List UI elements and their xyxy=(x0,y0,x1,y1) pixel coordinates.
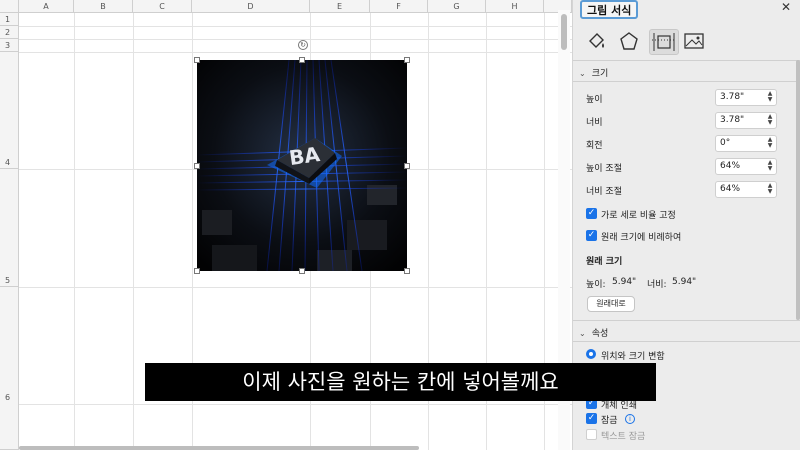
gridline xyxy=(74,13,75,450)
gridline xyxy=(19,404,572,405)
stepper-arrows-icon[interactable]: ▲ ▼ xyxy=(766,160,774,172)
relative-original-label: 원래 크기에 비례하여 xyxy=(601,233,682,243)
vertical-scrollbar-thumb[interactable] xyxy=(561,14,567,50)
locked-checkbox[interactable]: ✓ xyxy=(586,413,597,424)
lock-text-checkbox xyxy=(586,429,597,440)
close-icon[interactable]: ✕ xyxy=(781,0,795,14)
column-header-h[interactable]: H xyxy=(486,0,544,13)
rotate-handle[interactable]: ↻ xyxy=(298,40,308,50)
relative-original-checkbox[interactable]: ✓ xyxy=(586,230,597,241)
resize-handle-left[interactable] xyxy=(194,163,200,169)
row-header-5[interactable]: 5 xyxy=(0,169,19,287)
stepper-arrows-icon[interactable]: ▲ ▼ xyxy=(766,91,774,103)
column-header-g[interactable]: G xyxy=(428,0,486,13)
lock-aspect-checkbox[interactable]: ✓ xyxy=(586,208,597,219)
gridline xyxy=(19,39,572,40)
scale-height-value: 64% xyxy=(720,161,741,171)
original-height-value: 5.94" xyxy=(612,277,637,287)
resize-handle-bottom[interactable] xyxy=(299,268,305,274)
divider xyxy=(573,320,800,321)
chip-picture-art: BA xyxy=(197,60,407,271)
row-header-3[interactable]: 3 xyxy=(0,39,19,52)
rotation-input[interactable]: 0° ▲ ▼ xyxy=(715,135,777,152)
divider xyxy=(573,341,800,342)
lock-aspect-label: 가로 세로 비율 고정 xyxy=(601,211,676,221)
row-header-4-label: 4 xyxy=(5,158,11,167)
resize-handle-bottom-left[interactable] xyxy=(194,268,200,274)
gridline xyxy=(19,287,572,288)
column-header-d[interactable]: D xyxy=(192,0,310,13)
info-icon[interactable]: i xyxy=(625,414,635,424)
stepper-arrows-icon[interactable]: ▲ ▼ xyxy=(766,137,774,149)
rotation-label: 회전 xyxy=(586,141,603,151)
shape-icon[interactable] xyxy=(618,31,642,53)
original-height-label: 높이: xyxy=(586,280,606,290)
resize-handle-bottom-right[interactable] xyxy=(404,268,410,274)
original-size-heading: 원래 크기 xyxy=(586,257,623,267)
resize-handle-top[interactable] xyxy=(299,57,305,63)
size-section-title: 크기 xyxy=(591,69,609,79)
reset-size-button[interactable]: 원래대로 xyxy=(587,296,635,312)
original-width-value: 5.94" xyxy=(672,277,697,287)
column-header-b[interactable]: B xyxy=(74,0,133,13)
row-header-1[interactable]: 1 xyxy=(0,13,19,26)
inserted-picture[interactable]: BA xyxy=(197,60,407,271)
column-header-c[interactable]: C xyxy=(133,0,192,13)
height-label: 높이 xyxy=(586,95,603,105)
gridline xyxy=(19,26,572,27)
move-size-radio[interactable] xyxy=(586,349,596,359)
chip-label: BA xyxy=(288,142,322,170)
properties-section-title: 속성 xyxy=(591,329,609,339)
locked-label: 잠금 xyxy=(601,416,618,426)
column-header-e[interactable]: E xyxy=(310,0,370,13)
row-header-6[interactable]: 6 xyxy=(0,287,19,450)
width-value: 3.78" xyxy=(720,115,745,125)
select-all-corner[interactable] xyxy=(0,0,19,13)
stepper-arrows-icon[interactable]: ▲ ▼ xyxy=(766,183,774,195)
divider xyxy=(573,60,800,61)
resize-handle-top-right[interactable] xyxy=(404,57,410,63)
resize-handle-right[interactable] xyxy=(404,163,410,169)
app-window: A B C D E F G H 1 2 3 4 5 6 BA ↻ 그림 서식 ✕… xyxy=(0,0,800,450)
properties-section-header[interactable]: ⌄ 속성 xyxy=(579,326,608,339)
width-input[interactable]: 3.78" ▲ ▼ xyxy=(715,112,777,129)
stepper-arrows-icon[interactable]: ▲ ▼ xyxy=(766,114,774,126)
rotation-value: 0° xyxy=(720,138,731,148)
width-label: 너비 xyxy=(586,118,603,128)
height-value: 3.78" xyxy=(720,92,745,102)
divider xyxy=(573,81,800,82)
resize-handle-top-left[interactable] xyxy=(194,57,200,63)
scale-width-input[interactable]: 64% ▲ ▼ xyxy=(715,181,777,198)
size-section-header[interactable]: ⌄ 크기 xyxy=(579,66,608,79)
height-input[interactable]: 3.78" ▲ ▼ xyxy=(715,89,777,106)
pane-title: 그림 서식 xyxy=(580,0,639,19)
column-header-f[interactable]: F xyxy=(370,0,428,13)
scale-height-input[interactable]: 64% ▲ ▼ xyxy=(715,158,777,175)
gridline xyxy=(19,52,572,53)
original-width-label: 너비: xyxy=(647,280,667,290)
fill-effects-icon[interactable] xyxy=(586,31,610,53)
pane-scrollbar[interactable] xyxy=(796,60,800,320)
picture-icon[interactable] xyxy=(683,31,707,53)
scale-width-label: 너비 조절 xyxy=(586,187,622,197)
column-header-a[interactable]: A xyxy=(19,0,74,13)
chevron-down-icon: ⌄ xyxy=(579,329,586,338)
row-header-6-label: 6 xyxy=(5,393,11,402)
gridline xyxy=(133,13,134,450)
horizontal-scrollbar-thumb[interactable] xyxy=(19,446,419,450)
row-header-2[interactable]: 2 xyxy=(0,26,19,39)
chevron-down-icon: ⌄ xyxy=(579,69,586,78)
move-size-label: 위치와 크기 변함 xyxy=(601,352,665,362)
lock-text-label: 텍스트 잠금 xyxy=(601,432,646,442)
scale-width-value: 64% xyxy=(720,184,741,194)
row-header-5-label: 5 xyxy=(5,276,11,285)
size-properties-icon[interactable] xyxy=(649,29,679,55)
scale-height-label: 높이 조절 xyxy=(586,164,622,174)
row-header-4[interactable]: 4 xyxy=(0,52,19,169)
video-subtitle-caption: 이제 사진을 원하는 칸에 넣어볼께요 xyxy=(145,363,656,401)
